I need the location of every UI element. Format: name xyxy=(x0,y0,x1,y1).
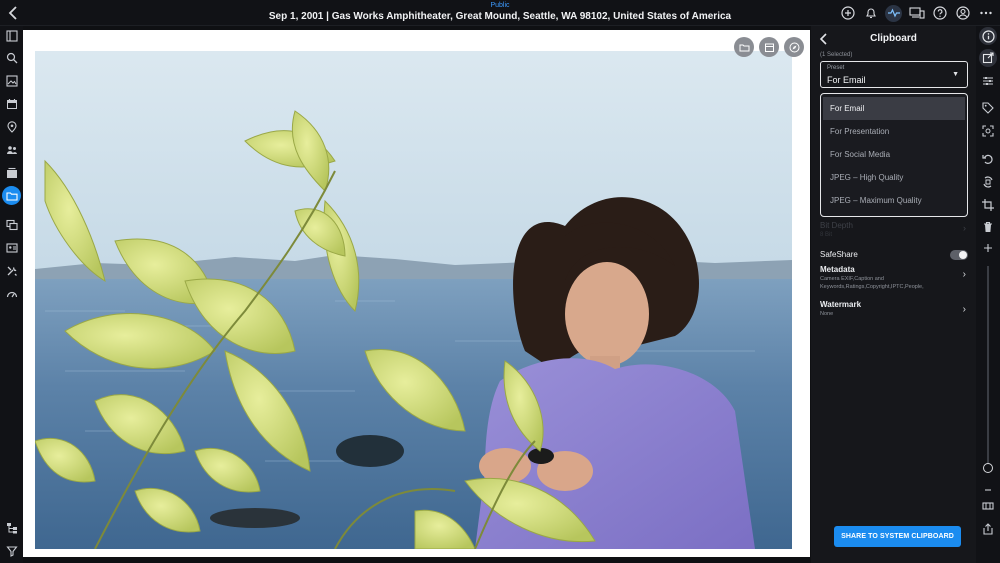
export-icon[interactable] xyxy=(979,520,997,538)
safeshare-toggle[interactable] xyxy=(950,250,968,260)
preset-select[interactable]: Preset For Email ▼ xyxy=(820,61,968,88)
metadata-row[interactable]: Metadata Camera EXIF,Caption and Keyword… xyxy=(820,265,968,291)
watermark-label: Watermark xyxy=(820,300,862,309)
trash-icon[interactable] xyxy=(979,218,997,236)
page-title: Sep 1, 2001 | Gas Works Amphitheater, Gr… xyxy=(268,11,732,22)
preset-label: Preset xyxy=(827,65,845,71)
id-card-icon[interactable] xyxy=(2,238,21,257)
devices-icon[interactable] xyxy=(908,5,925,22)
watermark-value: None xyxy=(820,311,834,317)
safeshare-label: SafeShare xyxy=(820,250,858,259)
clipboard-panel: Clipboard (1 Selected) Preset For Email … xyxy=(811,26,976,563)
calendar-icon[interactable] xyxy=(2,94,21,113)
zoom-slider-track[interactable] xyxy=(987,266,989,471)
caret-down-icon: ▼ xyxy=(952,71,959,78)
external-link-icon[interactable] xyxy=(979,49,997,67)
photo-viewer[interactable] xyxy=(23,30,810,557)
chevron-right-icon: › xyxy=(962,269,966,280)
left-nav-rail xyxy=(0,26,23,563)
compass-icon[interactable] xyxy=(784,37,804,57)
selected-count: (1 Selected) xyxy=(820,52,853,58)
bit-depth-label: Bit Depth xyxy=(820,221,853,230)
bell-icon[interactable] xyxy=(862,5,879,22)
preset-option-presentation[interactable]: For Presentation xyxy=(823,120,965,143)
transform-icon[interactable] xyxy=(979,173,997,191)
preset-option-jpeg-high[interactable]: JPEG – High Quality xyxy=(823,166,965,189)
calendar-link-icon[interactable] xyxy=(759,37,779,57)
top-bar: Public Sep 1, 2001 | Gas Works Amphithea… xyxy=(0,0,1000,26)
zoom-slider-thumb[interactable] xyxy=(983,463,993,473)
more-icon[interactable] xyxy=(977,5,994,22)
photos-icon[interactable] xyxy=(2,71,21,90)
panel-title: Clipboard xyxy=(870,33,917,44)
metadata-label: Metadata xyxy=(820,265,855,274)
account-icon[interactable] xyxy=(954,5,971,22)
dashboard-icon[interactable] xyxy=(2,284,21,303)
chevron-right-icon: › xyxy=(963,223,966,233)
preset-dropdown: For Email For Presentation For Social Me… xyxy=(820,93,968,217)
albums-icon[interactable] xyxy=(2,163,21,182)
tag-icon[interactable] xyxy=(979,99,997,117)
back-button[interactable] xyxy=(4,3,24,23)
face-icon[interactable] xyxy=(979,122,997,140)
map-pin-icon[interactable] xyxy=(2,117,21,136)
search-icon[interactable] xyxy=(2,48,21,67)
chevron-left-icon xyxy=(8,6,17,20)
bit-depth-value: 8 Bit xyxy=(820,232,833,238)
safeshare-row: SafeShare xyxy=(820,250,968,260)
film-strip-icon[interactable] xyxy=(979,497,997,515)
stack-icon[interactable] xyxy=(2,215,21,234)
help-icon[interactable] xyxy=(931,5,948,22)
folder-link-icon[interactable] xyxy=(734,37,754,57)
preset-value: For Email xyxy=(827,75,866,85)
rotate-icon[interactable] xyxy=(979,150,997,168)
preset-option-social-media[interactable]: For Social Media xyxy=(823,143,965,166)
preset-option-email[interactable]: For Email xyxy=(823,97,965,120)
photo-image[interactable] xyxy=(35,51,792,549)
chevron-right-icon: › xyxy=(962,304,966,315)
info-icon[interactable] xyxy=(979,27,997,45)
activity-icon[interactable] xyxy=(885,4,902,22)
title-block: Public Sep 1, 2001 | Gas Works Amphithea… xyxy=(200,2,800,24)
preset-option-jpeg-maximum[interactable]: JPEG – Maximum Quality xyxy=(823,189,965,212)
bit-depth-row[interactable]: Bit Depth 8 Bit › xyxy=(820,221,968,238)
viewer-toolbar xyxy=(734,37,804,57)
add-icon[interactable] xyxy=(839,5,856,22)
info-panel-icon[interactable] xyxy=(2,26,21,45)
crop-icon[interactable] xyxy=(979,196,997,214)
metadata-value: Camera EXIF,Caption and Keywords,Ratings… xyxy=(820,276,924,290)
top-toolbar xyxy=(839,4,994,22)
zoom-in-icon[interactable] xyxy=(979,239,997,257)
share-to-clipboard-button[interactable]: SHARE TO SYSTEM CLIPBOARD xyxy=(834,526,961,547)
right-tool-rail xyxy=(976,26,1000,563)
toggle-knob xyxy=(959,251,967,259)
hierarchy-icon[interactable] xyxy=(2,518,21,537)
watermark-row[interactable]: Watermark None › xyxy=(820,300,968,318)
folder-icon[interactable] xyxy=(2,186,21,205)
adjust-icon[interactable] xyxy=(979,72,997,90)
people-icon[interactable] xyxy=(2,140,21,159)
visibility-label: Public xyxy=(490,2,510,9)
tools-icon[interactable] xyxy=(2,261,21,280)
filter-icon[interactable] xyxy=(2,541,21,560)
